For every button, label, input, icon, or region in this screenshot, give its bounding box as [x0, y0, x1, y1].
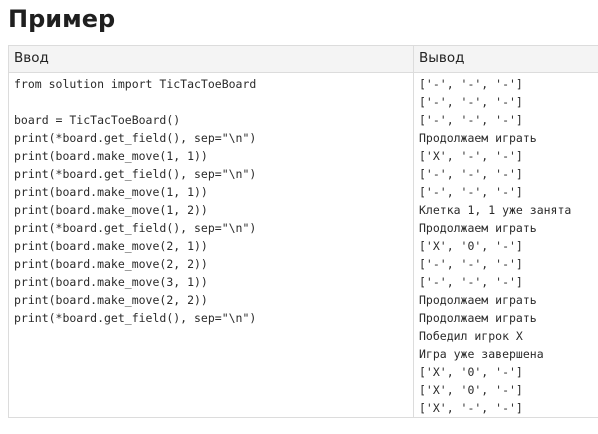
- output-line: ['X', '0', '-']: [419, 383, 523, 397]
- example-table: Ввод Вывод from solution import TicTacTo…: [8, 45, 598, 418]
- output-code-block: ['-', '-', '-'] ['-', '-', '-'] ['-', '-…: [419, 75, 598, 417]
- output-line: Игра уже завершена: [419, 347, 544, 361]
- input-line: print(*board.get_field(), sep="\n"): [14, 131, 257, 145]
- output-line: Продолжаем играть: [419, 311, 537, 325]
- input-code-block: from solution import TicTacToeBoard boar…: [14, 75, 413, 327]
- input-line: print(board.make_move(1, 1)): [14, 185, 208, 199]
- output-line: Продолжаем играть: [419, 221, 537, 235]
- input-cell[interactable]: from solution import TicTacToeBoard boar…: [8, 72, 414, 418]
- input-line: print(board.make_move(3, 1)): [14, 275, 208, 289]
- input-line: print(board.make_move(2, 2)): [14, 257, 208, 271]
- input-line: board = TicTacToeBoard(): [14, 113, 181, 127]
- input-line: from solution import TicTacToeBoard: [14, 77, 257, 91]
- output-column-header: Вывод: [413, 45, 598, 73]
- input-line: [14, 93, 413, 111]
- output-line: ['-', '-', '-']: [419, 185, 523, 199]
- table-header-row: Ввод Вывод: [8, 45, 598, 73]
- input-line: print(board.make_move(1, 2)): [14, 203, 208, 217]
- input-line: print(*board.get_field(), sep="\n"): [14, 167, 257, 181]
- output-line: ['X', '0', '-']: [419, 365, 523, 379]
- output-line: ['X', '-', '-']: [419, 149, 523, 163]
- output-line: ['X', '-', '-']: [419, 401, 523, 415]
- input-line: print(board.make_move(1, 1)): [14, 149, 208, 163]
- output-line: ['X', '0', '-']: [419, 239, 523, 253]
- output-line: ['-', '-', '-']: [419, 167, 523, 181]
- output-line: Продолжаем играть: [419, 293, 537, 307]
- output-cell[interactable]: ['-', '-', '-'] ['-', '-', '-'] ['-', '-…: [413, 72, 598, 418]
- output-line: Продолжаем играть: [419, 131, 537, 145]
- input-line: print(board.make_move(2, 2)): [14, 293, 208, 307]
- output-line: Клетка 1, 1 уже занята: [419, 203, 572, 217]
- section-title: Пример: [8, 5, 116, 33]
- input-line: print(*board.get_field(), sep="\n"): [14, 311, 257, 325]
- output-line: ['-', '-', '-']: [419, 77, 523, 91]
- output-line: ['-', '-', '-']: [419, 275, 523, 289]
- output-line: ['-', '-', '-']: [419, 113, 523, 127]
- table-row: from solution import TicTacToeBoard boar…: [8, 72, 598, 418]
- input-column-header: Ввод: [8, 45, 414, 73]
- input-line: print(*board.get_field(), sep="\n"): [14, 221, 257, 235]
- output-line: ['-', '-', '-']: [419, 95, 523, 109]
- output-line: Победил игрок X: [419, 329, 523, 343]
- output-line: ['-', '-', '-']: [419, 257, 523, 271]
- input-line: print(board.make_move(2, 1)): [14, 239, 208, 253]
